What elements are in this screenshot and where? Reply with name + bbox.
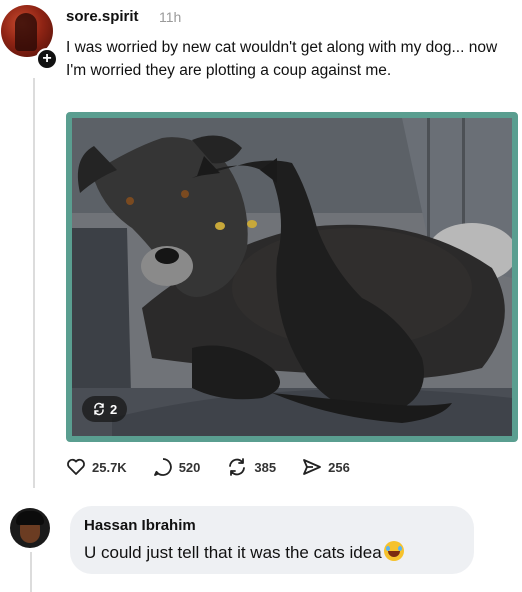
laughing-emoji <box>383 541 404 561</box>
comment-author[interactable]: Hassan Ibrahim <box>84 517 196 534</box>
thread-line <box>33 78 35 488</box>
post-text: I was worried by new cat wouldn't get al… <box>66 39 498 79</box>
post-username[interactable]: sore.spirit <box>66 8 139 25</box>
repost-icon <box>229 458 246 476</box>
repost-button[interactable]: 385 <box>226 457 276 477</box>
commenter-avatar[interactable] <box>10 508 50 548</box>
reply-count: 520 <box>178 459 201 475</box>
avatar-figure <box>15 13 37 51</box>
comment-thread-line <box>30 552 32 592</box>
post-actions-bar: 25.7K 520 385 256 <box>66 455 350 479</box>
repost-count: 385 <box>254 459 277 475</box>
heart-icon <box>67 458 85 475</box>
share-count: 256 <box>328 459 350 475</box>
reply-button[interactable]: 520 <box>153 457 201 477</box>
dog-and-cat-photo <box>72 118 512 436</box>
repost-icon <box>94 402 104 416</box>
share-icon <box>303 459 322 475</box>
reply-icon <box>153 458 172 476</box>
share-button[interactable]: 256 <box>302 457 350 477</box>
post-timestamp: 11h <box>159 9 182 25</box>
like-button[interactable]: 25.7K <box>66 458 127 476</box>
comment-text-row: U could just tell that it was the cats i… <box>84 541 404 563</box>
photo-repost-badge[interactable]: 2 <box>82 396 128 422</box>
follow-plus-button[interactable]: + <box>36 48 58 70</box>
comment-bubble[interactable]: Hassan Ibrahim U could just tell that it… <box>70 506 474 574</box>
like-count: 25.7K <box>92 459 127 475</box>
photo-repost-count: 2 <box>110 401 118 417</box>
post-media-photo[interactable]: 2 <box>66 112 518 442</box>
commenter-hair <box>16 511 44 525</box>
comment-text: U could just tell that it was the cats i… <box>84 543 382 562</box>
